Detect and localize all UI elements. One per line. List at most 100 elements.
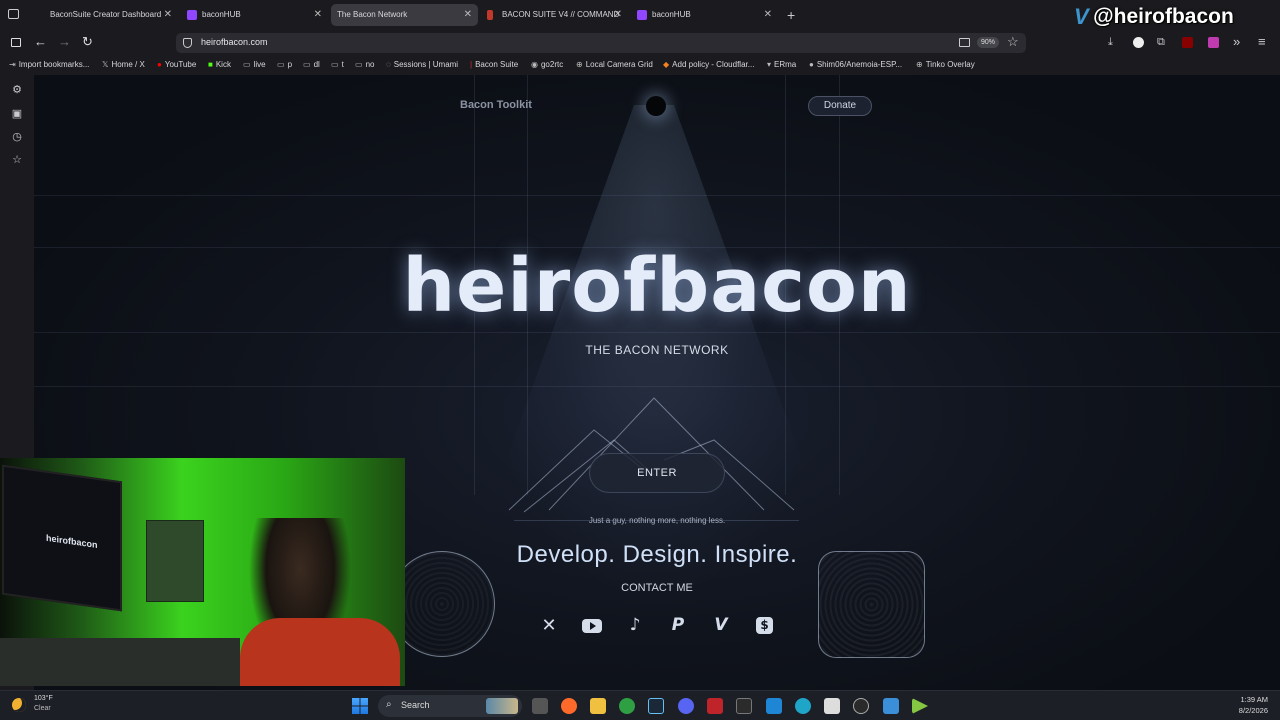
extension-pink-icon[interactable]	[1208, 37, 1219, 48]
twitch-icon	[187, 10, 197, 20]
bookmark-item[interactable]: ⊕ Local Camera Grid	[576, 60, 653, 69]
paypal-icon[interactable]: P	[669, 615, 687, 635]
weather-moon-icon	[12, 698, 26, 712]
back-button[interactable]: ←	[34, 34, 47, 49]
taskbar-search[interactable]: ⌕ Search	[378, 695, 522, 717]
search-icon: ⌕	[386, 699, 392, 710]
ai-chat-icon[interactable]: ⚙	[10, 83, 24, 97]
venmo-logo-icon: V	[1074, 4, 1089, 29]
edge-icon[interactable]	[795, 698, 811, 714]
url-text[interactable]: heirofbacon.com	[201, 37, 268, 47]
history-icon[interactable]: ◷	[10, 130, 24, 144]
tab-4[interactable]: baconHUB ✕	[630, 4, 778, 26]
weather-temp[interactable]: 103°F	[34, 695, 53, 702]
bookmark-item[interactable]: ◌ Sessions | Umami	[386, 60, 458, 69]
tab-bar: BaconSuite Creator Dashboard ✕ baconHUB ✕ …	[0, 0, 1280, 30]
shield-icon	[183, 38, 192, 48]
close-icon[interactable]: ✕	[314, 4, 322, 26]
youtube-icon: ●	[157, 60, 162, 69]
close-icon[interactable]: ✕	[164, 4, 172, 26]
bookmark-star-icon[interactable]: ☆	[1007, 34, 1019, 50]
ublock-icon[interactable]	[1182, 37, 1193, 48]
bookmarks-icon[interactable]: ☆	[10, 153, 24, 167]
bookmark-item[interactable]: ⊕ Tinko Overlay	[916, 60, 975, 69]
obs-icon[interactable]	[853, 698, 869, 714]
globe-icon: ⊕	[576, 60, 583, 69]
stream-deck-icon[interactable]	[707, 698, 723, 714]
tab-3[interactable]: BACON SUITE V4 // COMMAND ✕	[480, 4, 628, 26]
folder-icon: ▭	[303, 60, 311, 69]
bookmark-item[interactable]: | Bacon Suite	[470, 60, 518, 69]
grid-line	[34, 386, 1280, 387]
tab-list-icon[interactable]	[8, 9, 19, 19]
cashapp-icon[interactable]: $	[756, 617, 773, 634]
reload-button[interactable]: ↻	[82, 34, 93, 50]
terminal-icon[interactable]	[736, 698, 752, 714]
folder-icon: ▭	[355, 60, 363, 69]
reader-view-icon[interactable]	[959, 38, 970, 47]
bacon-icon: |	[470, 60, 473, 69]
clock-time[interactable]: 1:39 AM	[1214, 695, 1268, 704]
bookmark-item[interactable]: ● YouTube	[157, 60, 196, 69]
nav-toolkit-link[interactable]: Bacon Toolkit	[460, 99, 532, 111]
cloudflare-icon: ◆	[663, 60, 670, 69]
rumble-icon[interactable]	[912, 698, 928, 714]
donate-button[interactable]: Donate	[808, 96, 872, 116]
bookmark-folder[interactable]: ▭ p	[277, 60, 292, 69]
firefox-icon[interactable]	[561, 698, 577, 714]
folder-icon: ▭	[277, 60, 285, 69]
url-bar[interactable]: heirofbacon.com 90% ☆	[176, 33, 1026, 53]
kick-icon: ■	[208, 60, 213, 69]
bookmark-item[interactable]: ● Shim06/Anemoia-ESP...	[809, 60, 902, 69]
bookmarks-bar: ⇥ Import bookmarks... 𝕏 Home / X ● YouTube …	[0, 56, 1280, 75]
youtube-icon[interactable]	[582, 619, 602, 633]
bookmark-folder[interactable]: ▭ t	[331, 60, 344, 69]
more-tools-icon[interactable]: »	[1233, 34, 1240, 49]
close-icon[interactable]: ✕	[764, 4, 772, 26]
discord-icon[interactable]	[678, 698, 694, 714]
tab-0[interactable]: BaconSuite Creator Dashboard ✕	[28, 4, 178, 26]
erma-icon: ▾	[767, 60, 772, 69]
bookmark-item[interactable]: ▾ ERma	[767, 60, 796, 69]
bookmark-folder[interactable]: ▭ dl	[303, 60, 320, 69]
forward-button[interactable]: →	[58, 34, 71, 49]
extensions-icon[interactable]: ⧉	[1157, 36, 1165, 49]
bookmark-folder[interactable]: ▭ no	[355, 60, 374, 69]
x-icon[interactable]: ✕	[539, 616, 559, 636]
camera-icon: ◉	[531, 60, 538, 69]
bookmark-item[interactable]: 𝕏 Home / X	[102, 60, 145, 69]
import-icon: ⇥	[9, 60, 16, 69]
download-icon[interactable]: ⤓	[1108, 36, 1113, 49]
tiktok-icon[interactable]: ♪	[626, 615, 644, 635]
bookmark-folder[interactable]: ▭ live	[243, 60, 266, 69]
tab-2[interactable]: The Bacon Network ✕	[331, 4, 478, 26]
close-icon[interactable]: ✕	[614, 4, 622, 26]
decorative-square	[818, 551, 925, 658]
monitor-in-webcam: heirofbacon	[2, 464, 122, 612]
bookmark-item[interactable]: ◉ go2rtc	[531, 60, 563, 69]
venmo-icon[interactable]: V	[712, 615, 730, 635]
steam-icon[interactable]	[648, 698, 664, 714]
bookmark-item[interactable]: ◆ Add policy - Cloudflar...	[663, 60, 754, 69]
menu-icon[interactable]: ≡	[1258, 34, 1266, 49]
account-icon[interactable]	[1133, 37, 1144, 48]
synced-tabs-icon[interactable]: ▣	[10, 107, 24, 121]
enter-button[interactable]: ENTER	[589, 453, 725, 493]
toolbar-right: ⤓ ⧉ » ≡	[1105, 34, 1275, 50]
close-icon[interactable]: ✕	[464, 4, 472, 26]
app-window-icon[interactable]	[824, 698, 840, 714]
bookmark-item[interactable]: ⇥ Import bookmarks...	[9, 60, 89, 69]
xbox-icon[interactable]	[619, 698, 635, 714]
vscode-icon[interactable]	[766, 698, 782, 714]
bookmark-item[interactable]: ■ Kick	[208, 60, 231, 69]
file-explorer-icon[interactable]	[590, 698, 606, 714]
photos-icon[interactable]	[883, 698, 899, 714]
windows-start-icon[interactable]	[352, 698, 368, 714]
tab-1[interactable]: baconHUB ✕	[180, 4, 328, 26]
task-view-icon[interactable]	[532, 698, 548, 714]
new-tab-button[interactable]: +	[787, 7, 795, 23]
poster-in-webcam	[146, 520, 204, 602]
clock-date[interactable]: 8/2/2026	[1214, 706, 1268, 715]
zoom-level[interactable]: 90%	[977, 37, 1000, 48]
sidebar-toggle-icon[interactable]	[11, 38, 21, 47]
